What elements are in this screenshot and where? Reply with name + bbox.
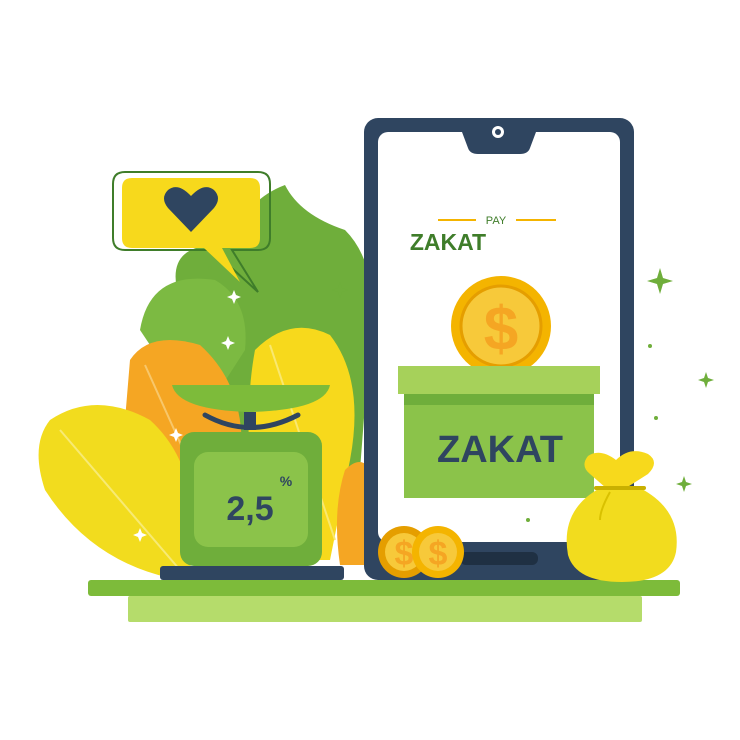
zakat-title: ZAKAT bbox=[410, 229, 486, 255]
pay-label: PAY bbox=[486, 215, 507, 227]
ground bbox=[88, 580, 680, 622]
dollar-coin-icon: $ bbox=[451, 276, 551, 376]
scale-unit: % bbox=[280, 473, 293, 489]
box-label: ZAKAT bbox=[437, 429, 563, 471]
donation-box: ZAKAT bbox=[398, 366, 600, 498]
scale-value: 2,5 bbox=[226, 490, 273, 528]
coin-symbol: $ bbox=[484, 295, 518, 364]
coin-stack: $ $ bbox=[378, 526, 464, 578]
coin-symbol-left: $ bbox=[395, 535, 414, 573]
home-button[interactable] bbox=[460, 552, 538, 565]
coin-symbol-right: $ bbox=[429, 535, 448, 573]
zakat-illustration: 2,5 % PAY ZAKAT $ ZAKAT $ $ bbox=[0, 0, 740, 740]
